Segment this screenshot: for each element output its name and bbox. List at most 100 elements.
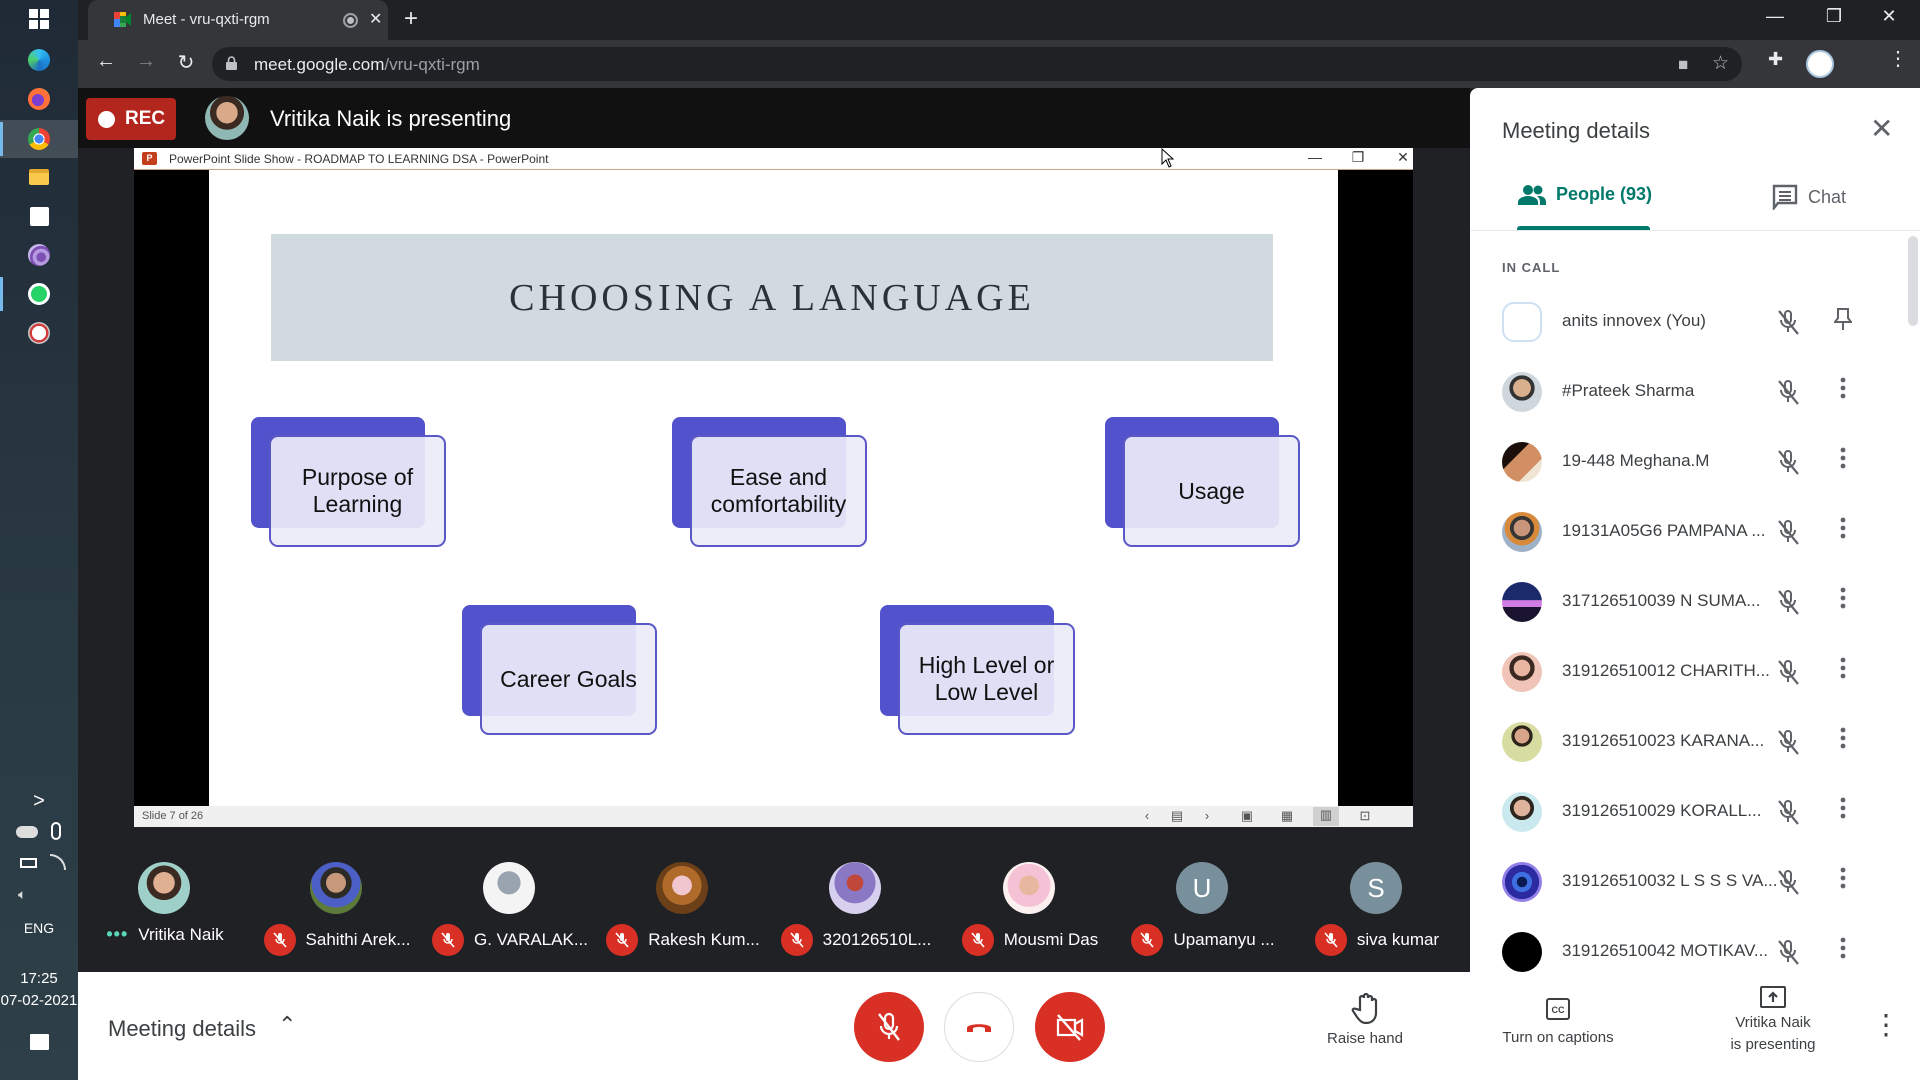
microphone-toggle-button[interactable] bbox=[854, 992, 924, 1062]
pin-icon[interactable] bbox=[1833, 307, 1853, 331]
new-tab-button[interactable]: + bbox=[404, 6, 418, 32]
tab-people[interactable]: People (93) bbox=[1518, 184, 1652, 205]
meet-stage: REC Vritika Naik is presenting P PowerPo… bbox=[78, 88, 1470, 972]
meeting-details-button[interactable]: Meeting details bbox=[108, 1016, 256, 1042]
muted-mic-icon bbox=[1131, 924, 1164, 956]
window-minimize-button[interactable]: — bbox=[1752, 6, 1798, 27]
more-options-icon[interactable] bbox=[1833, 587, 1853, 609]
action-center-icon[interactable] bbox=[30, 1034, 49, 1050]
more-options-icon[interactable] bbox=[1833, 447, 1853, 469]
presenting-label-line1: Vritika Naik bbox=[1735, 1014, 1811, 1031]
bookmark-star-icon[interactable]: ☆ bbox=[1712, 52, 1729, 75]
card-label: Career Goals bbox=[500, 665, 637, 692]
slide-card: High Level or Low Level bbox=[880, 605, 1075, 735]
participant-tile[interactable]: ••• Vritika Naik bbox=[80, 840, 250, 972]
muted-mic-icon bbox=[1314, 924, 1347, 956]
extensions-puzzle-icon[interactable]: ✚ bbox=[1768, 49, 1783, 70]
taskbar-whatsapp[interactable] bbox=[0, 275, 78, 313]
clock-date[interactable]: 07-02-2021 bbox=[0, 992, 78, 1009]
participant-tile[interactable]: G. VARALAK... bbox=[425, 840, 595, 972]
participant-tile[interactable]: Sahithi Arek... bbox=[252, 840, 422, 972]
participant-name: Vritika Naik bbox=[138, 924, 224, 944]
more-options-icon[interactable] bbox=[1833, 517, 1853, 539]
normal-view-icon: ▣ bbox=[1240, 808, 1254, 823]
participant-row[interactable]: anits innovex (You) bbox=[1470, 287, 1920, 357]
volume-icon[interactable]: 🔈︎ bbox=[18, 886, 26, 903]
window-maximize-button[interactable]: ❐ bbox=[1811, 6, 1857, 27]
browser-tab[interactable]: Meet - vru-qxti-rgm ✕ bbox=[88, 0, 388, 40]
camera-permission-icon[interactable]: ■ bbox=[1678, 55, 1688, 75]
participant-tile[interactable]: Rakesh Kum... bbox=[598, 840, 768, 972]
chevron-up-icon[interactable]: ⌃ bbox=[278, 1012, 296, 1038]
participant-row[interactable]: 317126510039 N SUMA... bbox=[1470, 567, 1920, 637]
reload-button[interactable]: ↻ bbox=[172, 50, 200, 75]
windows-start-button[interactable] bbox=[0, 0, 78, 38]
more-options-icon[interactable] bbox=[1833, 727, 1853, 749]
back-button[interactable]: ← bbox=[92, 50, 120, 73]
participant-tile[interactable]: U Upamanyu ... bbox=[1118, 840, 1288, 972]
participant-name: Sahithi Arek... bbox=[305, 930, 411, 949]
taskbar-snipping-tool[interactable] bbox=[0, 314, 78, 352]
record-dot-icon bbox=[98, 110, 115, 128]
tab-chat[interactable]: Chat bbox=[1772, 184, 1846, 210]
forward-button[interactable]: → bbox=[132, 50, 160, 73]
participant-avatar bbox=[1502, 512, 1542, 552]
url-text[interactable]: meet.google.com/vru-qxti-rgm bbox=[254, 55, 480, 75]
raise-hand-button[interactable]: Raise hand bbox=[1310, 992, 1420, 1047]
onedrive-icon[interactable] bbox=[16, 826, 38, 838]
leave-call-button[interactable] bbox=[944, 992, 1014, 1062]
microphone-icon[interactable] bbox=[51, 822, 61, 840]
address-bar[interactable]: meet.google.com/vru-qxti-rgm ■ ☆ bbox=[212, 47, 1742, 81]
taskbar-file-explorer[interactable] bbox=[0, 158, 78, 196]
profile-avatar[interactable] bbox=[1806, 50, 1834, 78]
participant-name: Mousmi Das bbox=[1003, 930, 1099, 949]
participant-avatar bbox=[483, 862, 535, 914]
more-options-icon[interactable] bbox=[1833, 937, 1853, 959]
captions-button[interactable]: CC Turn on captions bbox=[1483, 992, 1633, 1046]
meet-control-bar: Meeting details ⌃ Raise hand CC Turn on … bbox=[78, 972, 1920, 1080]
participant-tile[interactable]: Mousmi Das bbox=[945, 840, 1115, 972]
participant-tile[interactable]: S siva kumar bbox=[1292, 840, 1462, 972]
taskbar-store[interactable] bbox=[0, 197, 78, 235]
participant-row[interactable]: 319126510032 L S S S VA... bbox=[1470, 847, 1920, 917]
participant-row[interactable]: 19131A05G6 PAMPANA ... bbox=[1470, 497, 1920, 567]
tab-close-icon[interactable]: ✕ bbox=[369, 9, 382, 29]
taskbar-chrome[interactable] bbox=[0, 120, 78, 158]
participant-name: 319126510012 CHARITH... bbox=[1562, 661, 1770, 680]
card-label: Usage bbox=[1178, 477, 1245, 504]
hang-up-icon bbox=[967, 1024, 991, 1032]
more-options-icon[interactable] bbox=[1833, 657, 1853, 679]
clock-time[interactable]: 17:25 bbox=[0, 970, 78, 987]
next-slide-icon: › bbox=[1204, 808, 1210, 823]
participant-row[interactable]: 19-448 Meghana.M bbox=[1470, 427, 1920, 497]
participant-row[interactable]: 319126510023 KARANA... bbox=[1470, 707, 1920, 777]
slide-card: Ease and comfortability bbox=[672, 417, 867, 547]
participant-row[interactable]: #Prateek Sharma bbox=[1470, 357, 1920, 427]
participant-row[interactable]: 319126510012 CHARITH... bbox=[1470, 637, 1920, 707]
more-options-icon[interactable] bbox=[1833, 797, 1853, 819]
taskbar-tor[interactable] bbox=[0, 236, 78, 274]
more-options-icon[interactable] bbox=[1833, 377, 1853, 399]
firefox-icon bbox=[28, 88, 50, 110]
svg-text:CC: CC bbox=[1552, 1005, 1565, 1015]
present-now-button[interactable]: Vritika Naik is presenting bbox=[1698, 986, 1848, 1056]
wifi-icon[interactable] bbox=[50, 854, 66, 870]
taskbar-edge[interactable] bbox=[0, 41, 78, 79]
panel-close-button[interactable]: ✕ bbox=[1870, 112, 1893, 145]
camera-toggle-button[interactable] bbox=[1035, 992, 1105, 1062]
participant-avatar bbox=[138, 862, 190, 914]
more-options-icon[interactable]: ⋮ bbox=[1872, 1008, 1900, 1041]
window-close-button[interactable]: ✕ bbox=[1866, 6, 1912, 27]
battery-icon[interactable] bbox=[20, 858, 37, 868]
more-options-icon[interactable] bbox=[1833, 867, 1853, 889]
participant-tile[interactable]: 320126510L... bbox=[771, 840, 941, 972]
card-front-shape: High Level or Low Level bbox=[898, 623, 1075, 735]
participant-row[interactable]: 319126510029 KORALL... bbox=[1470, 777, 1920, 847]
shared-screen-powerpoint: P PowerPoint Slide Show - ROADMAP TO LEA… bbox=[134, 148, 1413, 827]
language-indicator[interactable]: ENG bbox=[0, 920, 78, 936]
tray-expand-chevron[interactable]: > bbox=[0, 790, 78, 813]
slide: CHOOSING A LANGUAGE Purpose of Learning … bbox=[209, 170, 1338, 806]
chrome-menu-icon[interactable]: ⋮ bbox=[1888, 46, 1908, 71]
taskbar-firefox[interactable] bbox=[0, 80, 78, 118]
participant-avatar bbox=[1502, 442, 1542, 482]
